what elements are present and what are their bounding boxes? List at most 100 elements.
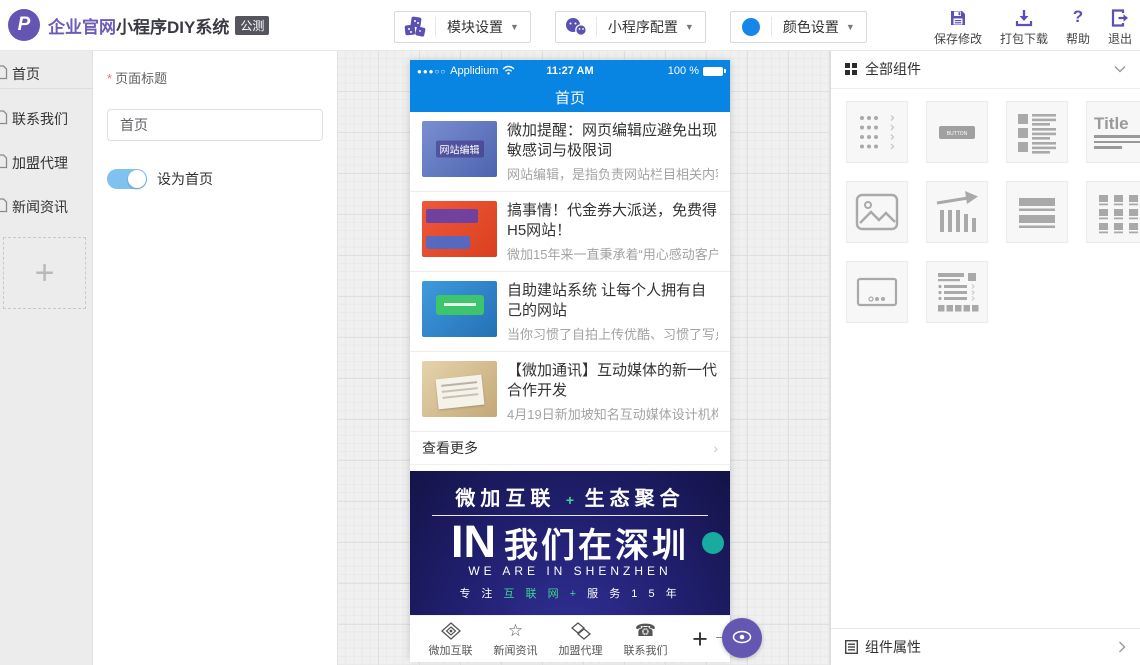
chevron-down-icon: ▼ [846,22,866,32]
sidebar-item-news[interactable]: 新闻资讯 [0,193,92,221]
component-article-list[interactable] [1006,101,1068,163]
exit-button[interactable]: 退出 [1108,7,1132,47]
color-settings-button[interactable]: 颜色设置 ▼ [730,11,867,43]
component-button[interactable]: BUTTON [926,101,988,163]
carousel-icon [855,272,899,312]
thumbnail-image [422,361,497,417]
tab-label: 联系我们 [624,642,668,658]
chart-arrow-icon [935,190,979,234]
tab-label: 微加互联 [429,642,473,658]
set-home-toggle[interactable] [107,169,147,189]
brand: P 企业官网小程序DIY系统 公测 [8,0,269,50]
green-plus-icon: + [566,492,574,508]
module-settings-button[interactable]: 模块设置 ▼ [394,11,531,43]
plus-icon: + [692,624,708,654]
component-carousel[interactable] [846,261,908,323]
telephone-icon: ☎ [635,621,656,641]
component-properties-label: 组件属性 [865,637,921,657]
page-settings-panel: *页面标题 设为首页 [93,50,337,665]
sidebar-item-home[interactable]: 首页 [0,60,92,89]
blocks-icon [395,16,435,38]
battery-label: 100 % [668,65,699,77]
help-button[interactable]: ? 帮助 [1066,7,1090,47]
wifi-icon [502,65,515,78]
plus-icon: + [35,254,55,293]
banner-tagline: 专 注 互 联 网 + 服 务 1 5 年 [410,585,730,601]
component-chart-arrow[interactable] [926,181,988,243]
menu-list-icon [855,112,899,152]
news-list-item[interactable]: 网站编辑 微加提醒：网页编辑应避免出现敏感词与极限词 网站编辑，是指负责网站栏目… [410,112,730,192]
add-page-button[interactable]: + [3,237,86,309]
page-title-input[interactable] [107,109,323,141]
news-desc: 网站编辑，是指负责网站栏目相关内容的… [507,164,718,183]
sidebar-item-label: 加盟代理 [12,153,68,173]
tab-label: 新闻资讯 [494,642,538,658]
news-title: 【微加通讯】互动媒体的新一代合作开发 [507,361,718,401]
thumbnail-image [422,281,497,337]
help-label: 帮助 [1066,30,1090,47]
help-icon: ? [1073,7,1083,27]
app-title: 企业官网小程序DIY系统 [48,13,229,38]
battery-group: 100 % [668,65,723,77]
miniprogram-config-button[interactable]: 小程序配置 ▼ [555,11,706,43]
miniprogram-config-label: 小程序配置 [597,17,685,37]
download-button[interactable]: 打包下载 [1000,7,1048,47]
sidebar-item-agency[interactable]: 加盟代理 [0,149,92,177]
news-list-item[interactable]: 【微加通讯】互动媒体的新一代合作开发 4月19日新加坡知名互动媒体设计机构Pin… [410,352,730,432]
download-label: 打包下载 [1000,30,1048,47]
banner-dot-decoration [702,532,724,554]
tab-brand[interactable]: 微加互联 [418,621,483,658]
app-title-secondary: 小程序DIY系统 [116,18,229,37]
chevron-right-icon [1118,641,1126,653]
set-home-row: 设为首页 [107,169,323,189]
chevron-down-icon: ▼ [510,22,530,32]
carrier-label: Applidium [450,65,498,77]
sidebar-item-label: 联系我们 [12,109,68,129]
page-icon [0,198,8,216]
app-root: P 企业官网小程序DIY系统 公测 模块设置 ▼ 小程序配置 ▼ [0,0,1140,665]
tab-contact[interactable]: ☎ 联系我们 [613,621,678,658]
news-desc: 微加15年来一直秉承着“用心感动客户！”的… [507,244,718,263]
save-button[interactable]: 保存修改 [934,7,982,47]
component-properties-bar[interactable]: 组件属性 [831,628,1140,665]
phone-status-bar: ●●●○○ Applidium 11:27 AM 100 % [410,60,730,82]
wechat-icon [556,17,596,37]
double-diamond-icon [571,621,591,641]
color-swatch-icon [731,18,771,36]
page-icon [0,110,8,128]
view-more-link[interactable]: 查看更多 › [410,432,730,465]
news-list-item[interactable]: 自助建站系统 让每个人拥有自己的网站 当你习惯了自拍上传优酷、习惯了写点小… [410,272,730,352]
eye-icon [731,629,753,648]
news-title: 自助建站系统 让每个人拥有自己的网站 [507,281,718,321]
component-image[interactable] [846,181,908,243]
sidebar-item-contact[interactable]: 联系我们 [0,105,92,133]
required-mark: * [107,71,112,86]
thumbnail-caption: 网站编辑 [436,141,484,158]
page-icon [0,65,8,83]
component-menu-list[interactable] [846,101,908,163]
tab-agency[interactable]: 加盟代理 [548,621,613,658]
all-components-header[interactable]: 全部组件 [831,50,1140,89]
component-title[interactable]: Title [1086,101,1140,163]
download-icon [1015,7,1033,27]
add-tab-button[interactable]: + [678,624,722,655]
banner-image[interactable]: 微加互联 + 生态聚合 IN 我们在深圳 WE ARE IN SHENZHEN … [410,471,730,615]
banner-line2: IN 我们在深圳 [410,518,730,567]
tab-news[interactable]: ☆ 新闻资讯 [483,621,548,658]
sidebar-item-label: 新闻资讯 [12,197,68,217]
banner-cn-text: 我们在深圳 [504,518,689,567]
grid-icon [845,63,858,76]
pages-sidebar: 首页 联系我们 加盟代理 新闻资讯 + [0,50,93,665]
news-list-item[interactable]: 搞事情！代金券大派送，免费得H5网站！ 微加15年来一直秉承着“用心感动客户！”… [410,192,730,272]
news-title: 搞事情！代金券大派送，免费得H5网站！ [507,201,718,241]
banner-line1: 微加互联 + 生态聚合 [410,482,730,511]
article-list-icon [1015,110,1059,154]
component-banner-rows[interactable] [1006,181,1068,243]
component-rich-list[interactable] [926,261,988,323]
component-grid-nav[interactable] [1086,181,1140,243]
chevron-right-icon: › [713,440,718,456]
save-icon [949,7,967,27]
properties-icon [845,640,858,654]
preview-eye-button[interactable] [722,618,762,658]
components-grid: BUTTON Title [831,89,1140,323]
